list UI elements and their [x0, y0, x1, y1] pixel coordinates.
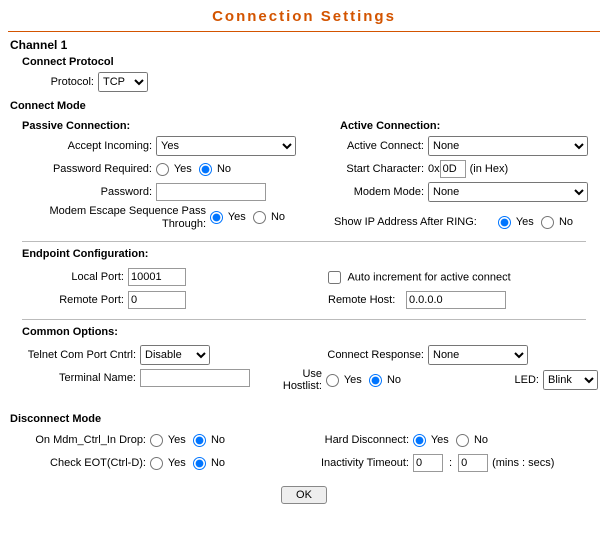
- use-hostlist-label: Use Hostlist:: [268, 368, 326, 392]
- use-hostlist-no-label: No: [387, 374, 401, 386]
- remote-host-input[interactable]: [406, 291, 506, 309]
- mesp-no-label: No: [271, 211, 285, 223]
- use-hostlist-yes-radio[interactable]: [326, 374, 339, 387]
- on-mdm-label: On Mdm_Ctrl_In Drop:: [10, 434, 150, 446]
- auto-increment-checkbox[interactable]: [328, 271, 341, 284]
- channel-header: Channel 1: [10, 38, 598, 52]
- password-required-label: Password Required:: [10, 163, 156, 175]
- show-ip-no-radio[interactable]: [541, 216, 554, 229]
- active-connect-select[interactable]: None: [428, 136, 588, 156]
- show-ip-yes-label: Yes: [516, 216, 534, 228]
- check-eot-yes-label: Yes: [168, 457, 186, 469]
- ok-button[interactable]: OK: [281, 486, 327, 504]
- start-character-suffix: (in Hex): [470, 163, 509, 175]
- terminal-name-label: Terminal Name:: [10, 372, 140, 384]
- check-eot-no-radio[interactable]: [193, 457, 206, 470]
- hard-disconnect-no-label: No: [474, 434, 488, 446]
- led-label: LED:: [405, 374, 543, 386]
- password-required-no-label: No: [217, 163, 231, 175]
- check-eot-yes-radio[interactable]: [150, 457, 163, 470]
- telnet-select[interactable]: Disable: [140, 345, 210, 365]
- password-required-yes-label: Yes: [174, 163, 192, 175]
- telnet-label: Telnet Com Port Cntrl:: [10, 349, 140, 361]
- active-connection-heading: Active Connection:: [340, 120, 598, 132]
- show-ip-yes-option[interactable]: Yes: [498, 216, 537, 228]
- password-label: Password:: [10, 186, 156, 198]
- local-port-input[interactable]: [128, 268, 186, 286]
- check-eot-no-label: No: [211, 457, 225, 469]
- hard-disconnect-yes-option[interactable]: Yes: [413, 434, 452, 446]
- hard-disconnect-label: Hard Disconnect:: [298, 434, 413, 446]
- active-connect-label: Active Connect:: [328, 140, 428, 152]
- remote-host-label: Remote Host:: [328, 294, 406, 306]
- remote-port-label: Remote Port:: [10, 294, 128, 306]
- start-character-prefix: 0x: [428, 163, 440, 175]
- mesp-yes-label: Yes: [228, 211, 246, 223]
- divider: [22, 319, 586, 320]
- protocol-select[interactable]: TCP: [98, 72, 148, 92]
- mesp-yes-option[interactable]: Yes: [210, 211, 249, 223]
- show-ip-label: Show IP Address After RING:: [328, 216, 498, 228]
- accept-incoming-label: Accept Incoming:: [10, 140, 156, 152]
- show-ip-yes-radio[interactable]: [498, 216, 511, 229]
- inactivity-units: (mins : secs): [492, 457, 554, 469]
- inactivity-label: Inactivity Timeout:: [298, 457, 413, 469]
- hard-disconnect-no-radio[interactable]: [456, 434, 469, 447]
- password-input[interactable]: [156, 183, 266, 201]
- on-mdm-yes-radio[interactable]: [150, 434, 163, 447]
- use-hostlist-no-radio[interactable]: [369, 374, 382, 387]
- on-mdm-no-radio[interactable]: [193, 434, 206, 447]
- disconnect-mode-header: Disconnect Mode: [10, 413, 598, 425]
- show-ip-no-option[interactable]: No: [541, 216, 573, 228]
- endpoint-heading: Endpoint Configuration:: [22, 248, 598, 260]
- connect-mode-header: Connect Mode: [10, 100, 598, 112]
- mesp-no-radio[interactable]: [253, 211, 266, 224]
- password-required-yes-radio[interactable]: [156, 163, 169, 176]
- start-character-input[interactable]: [440, 160, 466, 178]
- use-hostlist-yes-label: Yes: [344, 374, 362, 386]
- accept-incoming-select[interactable]: Yes: [156, 136, 296, 156]
- on-mdm-yes-option[interactable]: Yes: [150, 434, 189, 446]
- hard-disconnect-yes-radio[interactable]: [413, 434, 426, 447]
- protocol-label: Protocol:: [10, 76, 98, 88]
- mesp-yes-radio[interactable]: [210, 211, 223, 224]
- auto-increment-label: Auto increment for active connect: [347, 271, 510, 283]
- hard-disconnect-no-option[interactable]: No: [456, 434, 488, 446]
- common-options-heading: Common Options:: [22, 326, 598, 338]
- mesp-no-option[interactable]: No: [253, 211, 285, 223]
- password-required-no-radio[interactable]: [199, 163, 212, 176]
- check-eot-yes-option[interactable]: Yes: [150, 457, 189, 469]
- use-hostlist-no-option[interactable]: No: [369, 374, 401, 386]
- start-character-label: Start Character:: [328, 163, 428, 175]
- auto-increment-option[interactable]: Auto increment for active connect: [328, 271, 511, 284]
- modem-mode-label: Modem Mode:: [328, 186, 428, 198]
- password-required-no-option[interactable]: No: [199, 163, 231, 175]
- local-port-label: Local Port:: [10, 271, 128, 283]
- check-eot-label: Check EOT(Ctrl-D):: [10, 457, 150, 469]
- terminal-name-input[interactable]: [140, 369, 250, 387]
- passive-connection-heading: Passive Connection:: [22, 120, 320, 132]
- hard-disconnect-yes-label: Yes: [431, 434, 449, 446]
- use-hostlist-yes-option[interactable]: Yes: [326, 374, 365, 386]
- divider: [22, 241, 586, 242]
- modem-mode-select[interactable]: None: [428, 182, 588, 202]
- connect-protocol-heading: Connect Protocol: [22, 56, 598, 68]
- inactivity-colon: :: [443, 457, 458, 469]
- on-mdm-no-label: No: [211, 434, 225, 446]
- check-eot-no-option[interactable]: No: [193, 457, 225, 469]
- inactivity-mins-input[interactable]: [413, 454, 443, 472]
- inactivity-secs-input[interactable]: [458, 454, 488, 472]
- on-mdm-no-option[interactable]: No: [193, 434, 225, 446]
- show-ip-no-label: No: [559, 216, 573, 228]
- on-mdm-yes-label: Yes: [168, 434, 186, 446]
- led-select[interactable]: Blink: [543, 370, 598, 390]
- remote-port-input[interactable]: [128, 291, 186, 309]
- mesp-label: Modem Escape Sequence Pass Through:: [10, 205, 210, 231]
- page-title: Connection Settings: [8, 0, 600, 32]
- connect-response-label: Connect Response:: [268, 349, 428, 361]
- connect-response-select[interactable]: None: [428, 345, 528, 365]
- password-required-yes-option[interactable]: Yes: [156, 163, 195, 175]
